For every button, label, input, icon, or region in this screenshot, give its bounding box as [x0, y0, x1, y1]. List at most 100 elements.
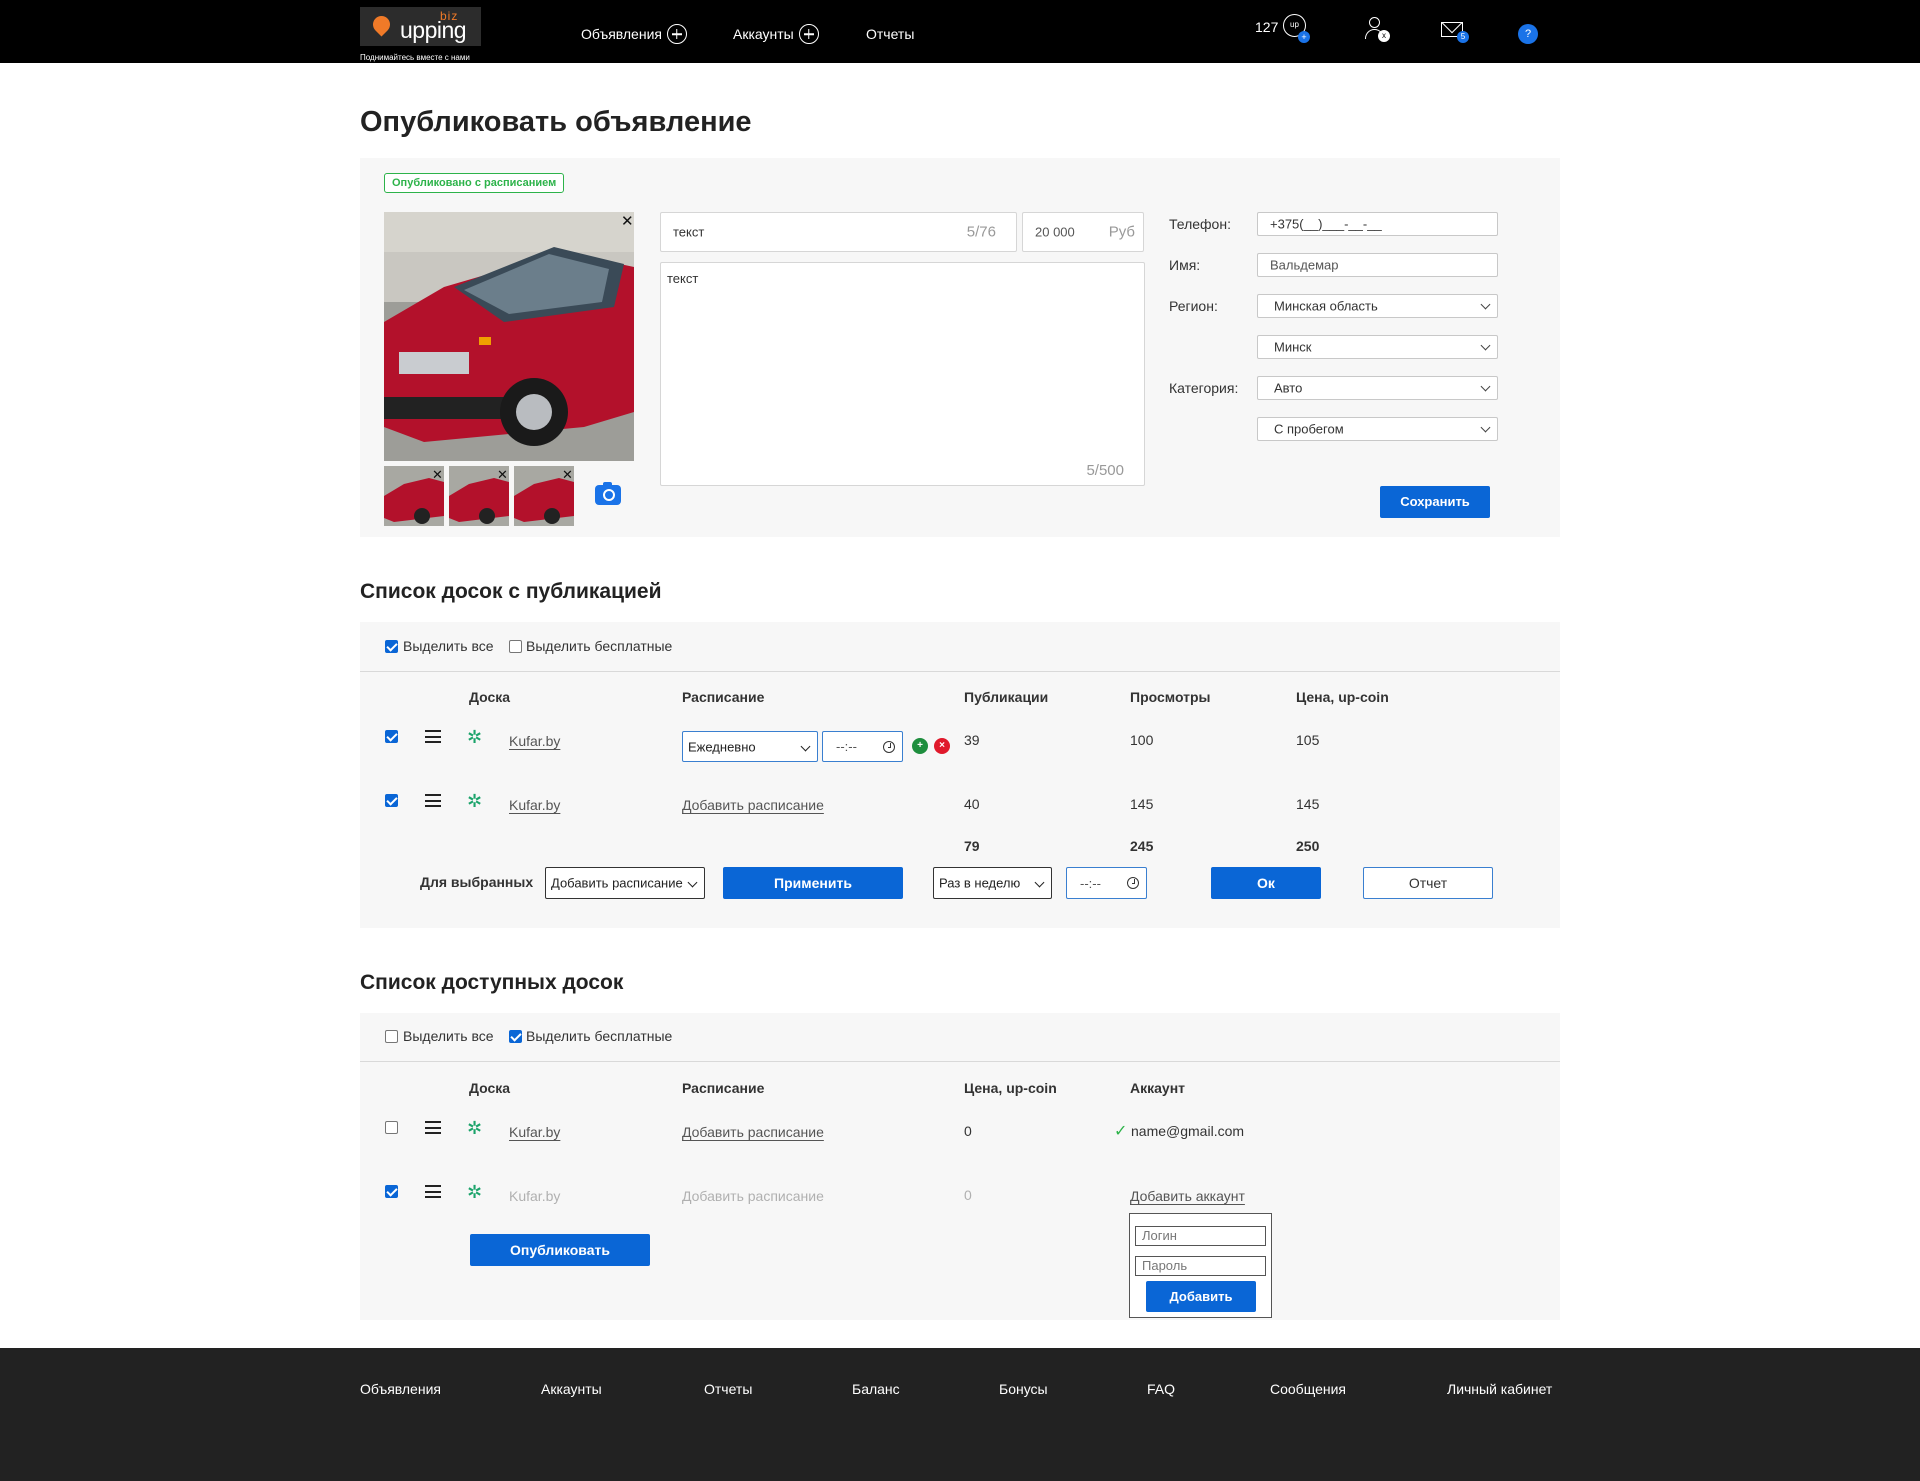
- divider: [360, 671, 1560, 672]
- for-selected-label: Для выбранных: [420, 874, 534, 890]
- footer-link-cabinet[interactable]: Личный кабинет: [1447, 1381, 1552, 1397]
- account-value: name@gmail.com: [1131, 1123, 1245, 1139]
- add-account-link[interactable]: Добавить аккаунт: [1130, 1188, 1245, 1204]
- select-all-checkbox[interactable]: [385, 640, 398, 653]
- select-free-checkbox[interactable]: [509, 640, 522, 653]
- apply-button[interactable]: Применить: [723, 867, 903, 899]
- kufar-icon: ✲: [467, 1118, 483, 1138]
- save-button[interactable]: Сохранить: [1380, 486, 1490, 518]
- login-input[interactable]: Логин: [1135, 1226, 1266, 1246]
- row-checkbox[interactable]: [385, 1185, 398, 1198]
- name-value: Вальдемар: [1270, 257, 1339, 273]
- close-icon[interactable]: ✕: [562, 468, 573, 481]
- footer-link-bonuses[interactable]: Бонусы: [999, 1381, 1048, 1397]
- add-schedule-link[interactable]: Добавить расписание: [682, 797, 824, 813]
- add-schedule-icon[interactable]: +: [912, 738, 928, 754]
- select-all-checkbox[interactable]: [385, 1030, 398, 1043]
- phone-label: Телефон:: [1169, 216, 1231, 232]
- add-account-button[interactable]: Добавить: [1146, 1281, 1256, 1312]
- price-value: 105: [1296, 732, 1320, 748]
- region-select[interactable]: Минская область: [1257, 294, 1498, 318]
- add-schedule-link[interactable]: Добавить расписание: [682, 1124, 824, 1140]
- category-value: Авто: [1274, 380, 1303, 396]
- description-counter: 5/500: [1086, 462, 1124, 479]
- views-value: 100: [1130, 732, 1154, 748]
- remove-schedule-icon[interactable]: ×: [934, 738, 950, 754]
- description-textarea[interactable]: текст 5/500: [660, 262, 1145, 486]
- board-link[interactable]: Kufar.by: [509, 1124, 560, 1140]
- price-currency: Руб: [1108, 223, 1135, 241]
- drag-handle-icon[interactable]: [425, 794, 441, 807]
- coin-icon-label: up: [1290, 20, 1299, 29]
- add-account-popup: Логин Пароль Добавить: [1129, 1213, 1272, 1318]
- footer-link-ads[interactable]: Объявления: [360, 1381, 441, 1397]
- chevron-down-icon: [1034, 877, 1045, 888]
- city-select[interactable]: Минск: [1257, 335, 1498, 359]
- bulk-time-input[interactable]: --:--: [1066, 867, 1147, 899]
- price-input-value: 20 000: [1035, 224, 1075, 240]
- drag-handle-icon[interactable]: [425, 730, 441, 743]
- price-input[interactable]: 20 000 Руб: [1022, 212, 1144, 252]
- nav-accounts-label: Аккаунты: [733, 26, 794, 42]
- password-input[interactable]: Пароль: [1135, 1256, 1266, 1276]
- board-link[interactable]: Kufar.by: [509, 733, 560, 749]
- name-input[interactable]: Вальдемар: [1257, 253, 1498, 277]
- top-bar: upping biz Поднимайтесь вместе с нами Об…: [0, 0, 1920, 63]
- category-select[interactable]: Авто: [1257, 376, 1498, 400]
- col-views: Просмотры: [1130, 689, 1211, 705]
- close-icon[interactable]: ✕: [432, 468, 443, 481]
- kufar-icon: ✲: [467, 1182, 483, 1202]
- footer-link-faq[interactable]: FAQ: [1147, 1381, 1175, 1397]
- logo[interactable]: upping biz: [360, 7, 481, 46]
- subcategory-value: С пробегом: [1274, 421, 1344, 437]
- select-free-checkbox[interactable]: [509, 1030, 522, 1043]
- col-board: Доска: [469, 1080, 511, 1096]
- title-input-value: текст: [673, 224, 705, 240]
- logo-suffix: biz: [440, 9, 459, 23]
- divider: [360, 1061, 1560, 1062]
- footer: [0, 1348, 1920, 1481]
- phone-input[interactable]: +375(__)___-__-__: [1257, 212, 1498, 236]
- nav-ads[interactable]: Объявления: [581, 24, 687, 44]
- plus-circle-icon[interactable]: [666, 24, 687, 44]
- drag-handle-icon[interactable]: [425, 1185, 441, 1198]
- camera-icon[interactable]: [595, 482, 621, 505]
- help-icon[interactable]: ?: [1518, 24, 1538, 44]
- frequency-select[interactable]: Раз в неделю: [933, 867, 1052, 899]
- bulk-time-value: --:--: [1080, 876, 1101, 891]
- add-schedule-link[interactable]: Добавить расписание: [682, 1188, 824, 1204]
- plus-circle-icon[interactable]: [798, 24, 819, 44]
- col-publications: Публикации: [964, 689, 1049, 705]
- time-input[interactable]: --:--: [822, 731, 903, 762]
- time-value: --:--: [836, 739, 857, 754]
- drag-handle-icon[interactable]: [425, 1121, 441, 1134]
- select-free-label: Выделить бесплатные: [526, 638, 673, 654]
- footer-link-balance[interactable]: Баланс: [852, 1381, 900, 1397]
- ok-button[interactable]: Ок: [1211, 867, 1321, 899]
- schedule-value: Ежедневно: [688, 739, 756, 754]
- bulk-action-select[interactable]: Добавить расписание: [545, 867, 705, 899]
- close-icon[interactable]: ✕: [621, 214, 634, 229]
- close-icon[interactable]: ✕: [497, 468, 508, 481]
- nav-accounts[interactable]: Аккаунты: [733, 24, 819, 44]
- footer-link-reports[interactable]: Отчеты: [704, 1381, 752, 1397]
- schedule-select[interactable]: Ежедневно: [682, 731, 818, 762]
- check-icon: ✓: [1114, 1123, 1128, 1140]
- col-board: Доска: [469, 689, 511, 705]
- board-link[interactable]: Kufar.by: [509, 797, 560, 813]
- row-checkbox[interactable]: [385, 1121, 398, 1134]
- col-schedule: Расписание: [682, 1080, 765, 1096]
- nav-reports[interactable]: Отчеты: [866, 26, 914, 42]
- title-input[interactable]: текст 5/76: [660, 212, 1017, 252]
- footer-link-accounts[interactable]: Аккаунты: [541, 1381, 602, 1397]
- row-checkbox[interactable]: [385, 794, 398, 807]
- subcategory-select[interactable]: С пробегом: [1257, 417, 1498, 441]
- row-checkbox[interactable]: [385, 730, 398, 743]
- footer-link-messages[interactable]: Сообщения: [1270, 1381, 1346, 1397]
- chevron-down-icon: [687, 877, 698, 888]
- publish-button[interactable]: Опубликовать: [470, 1234, 650, 1266]
- board-link[interactable]: Kufar.by: [509, 1188, 560, 1204]
- report-button[interactable]: Отчет: [1363, 867, 1493, 899]
- coin-plus-badge: +: [1298, 31, 1310, 43]
- col-account: Аккаунт: [1130, 1080, 1186, 1096]
